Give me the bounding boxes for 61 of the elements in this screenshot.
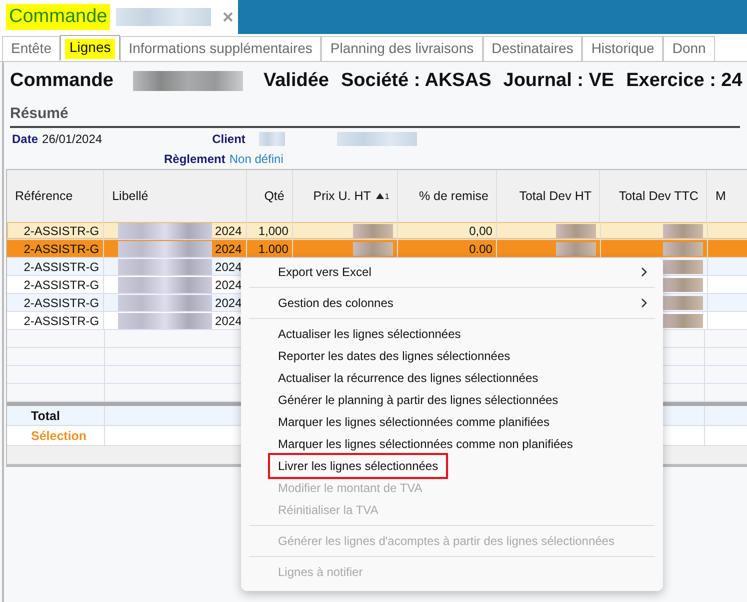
table-cell: 2-ASSISTR-G [24,314,100,328]
tab[interactable]: Destinataires [482,36,582,61]
table-cell: 2024 [215,260,242,274]
table-cell: 0,00 [469,224,492,238]
menu-item[interactable]: Marquer les lignes sélectionnées comme planifiées [241,411,663,433]
redacted-block [556,242,596,256]
journal-label: Journal : VE [503,70,614,92]
table-cell: 2-ASSISTR-G [24,278,100,292]
tab[interactable]: Entête [2,36,60,61]
table-cell: 2-ASSISTR-G [24,260,100,274]
sort-ascending-icon [376,193,384,199]
order-status: Validée [263,70,329,92]
field-label: Date [12,132,38,146]
menu-item[interactable]: Reporter les dates des lignes sélectionnées [241,345,663,367]
tab[interactable]: Informations supplémentaires [120,36,322,61]
menu-item[interactable]: Livrer les lignes sélectionnées [241,455,663,477]
field-label: Client [212,132,246,146]
selection-label: Sélection [31,428,87,442]
tab[interactable]: Historique [582,36,664,61]
redacted-block [556,224,596,238]
section-title: Résumé [10,105,740,128]
tab[interactable]: Planning des livraisons [321,36,483,61]
table-row[interactable]: 2-ASSISTR-G 2024 1,000 0,00 [7,222,747,240]
menu-item[interactable]: Actualiser la récurrence des lignes sélectionnées [241,367,663,389]
close-icon[interactable] [223,12,234,22]
redacted-block [662,314,703,328]
menu-item[interactable]: Actualiser les lignes sélectionnées [241,323,663,345]
redacted-block [662,242,703,256]
table-cell: 2-ASSISTR-G [24,224,100,238]
redacted-block [353,224,394,238]
redacted-block [662,296,703,310]
table-cell: 2024 [215,242,242,256]
redacted-block [353,242,394,256]
field-value[interactable]: Non défini [229,152,284,166]
redacted-block [662,260,703,274]
menu-item[interactable]: Générer le planning à partir des lignes sélectionnées [241,389,663,411]
heading-label: Commande [10,70,114,92]
fiscal-year-label: Exercice : 24 [626,70,742,92]
table-row[interactable]: 2-ASSISTR-G 2024 1.000 0.00 [7,240,747,258]
document-tab-title[interactable]: Commande [6,4,110,30]
field-value: 26/01/2024 [42,132,102,146]
field-label: Règlement [164,152,226,166]
table-cell: 2024 [215,278,242,292]
table-cell: 1.000 [258,242,288,256]
table-cell: 2-ASSISTR-G [24,296,100,310]
tab[interactable]: Lignes [60,35,120,60]
table-cell: 2024 [215,296,242,310]
table-cell: 2-ASSISTR-G [24,242,100,256]
menu-item[interactable]: Gestion des colonnes [241,292,663,314]
menu-item[interactable]: Export vers Excel [241,261,663,283]
total-label: Total [31,408,60,422]
redacted-block [662,224,703,238]
table-cell: 0.00 [469,242,492,256]
redacted-block [259,132,286,146]
table-cell: 2024 [215,314,242,328]
company-label: Société : AKSAS [340,70,492,92]
table-cell: 1,000 [258,224,288,238]
menu-item[interactable]: Marquer les lignes sélectionnées comme non planifiées [241,433,663,455]
tab[interactable]: Donn [663,36,715,61]
redacted-block [662,278,703,292]
table-cell: 2024 [215,224,242,238]
